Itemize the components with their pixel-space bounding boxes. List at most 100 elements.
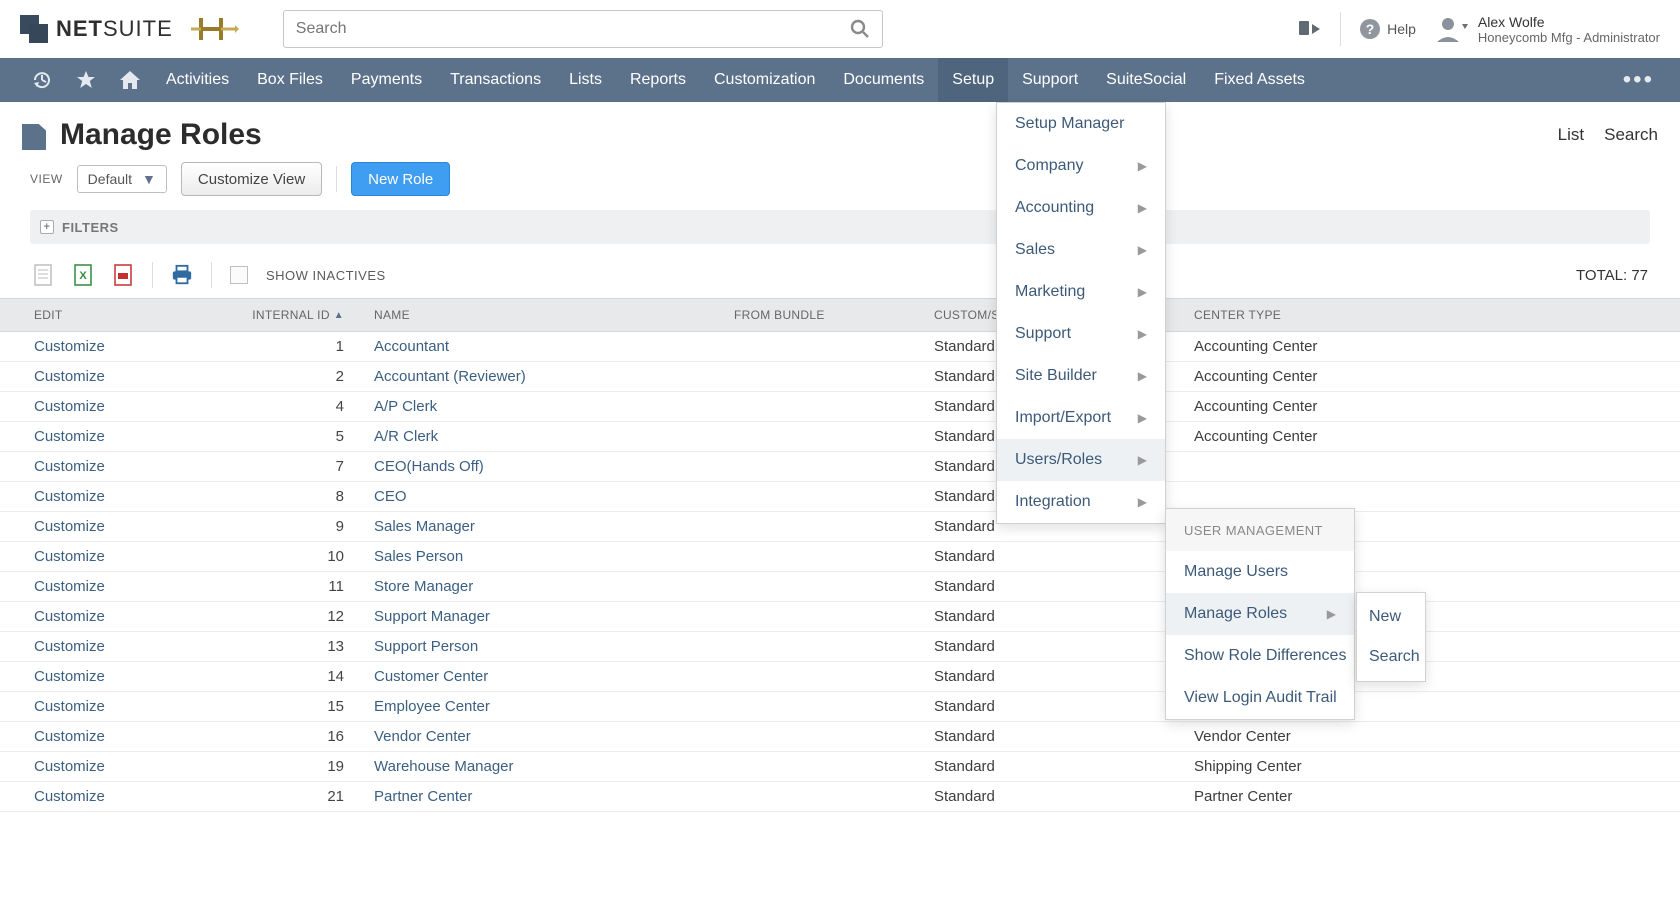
setup-menu-marketing[interactable]: Marketing▶ [997,271,1165,313]
cell-id: 7 [224,458,374,475]
customize-link[interactable]: Customize [34,428,224,445]
users-roles-manage-users[interactable]: Manage Users [1166,551,1354,593]
role-name-link[interactable]: Vendor Center [374,728,734,745]
manage-roles-search[interactable]: Search [1357,637,1425,677]
page-right-links: List Search [1558,125,1658,145]
role-name-link[interactable]: Sales Person [374,548,734,565]
print-icon[interactable] [171,262,193,288]
customize-view-button[interactable]: Customize View [181,162,322,196]
nav-suitesocial[interactable]: SuiteSocial [1092,58,1200,102]
user-block[interactable]: Alex Wolfe Honeycomb Mfg - Administrator [1434,14,1660,45]
view-select[interactable]: Default ▼ [77,165,167,193]
setup-menu-sales[interactable]: Sales▶ [997,229,1165,271]
nav-box-files[interactable]: Box Files [243,58,337,102]
list-toolbar: X SHOW INACTIVES TOTAL: 77 [0,244,1680,298]
col-from-bundle[interactable]: FROM BUNDLE [734,308,934,322]
company-logo-icon[interactable] [187,11,243,47]
view-toolbar: VIEW Default ▼ Customize View New Role [0,162,1680,210]
new-role-button[interactable]: New Role [351,162,450,196]
role-name-link[interactable]: Sales Manager [374,518,734,535]
recent-records-icon[interactable] [20,70,64,90]
help-link[interactable]: ? Help [1359,18,1416,40]
users-roles-view-login-audit-trail[interactable]: View Login Audit Trail [1166,677,1354,719]
customize-link[interactable]: Customize [34,788,224,805]
customize-link[interactable]: Customize [34,638,224,655]
setup-menu-site-builder[interactable]: Site Builder▶ [997,355,1165,397]
customize-link[interactable]: Customize [34,458,224,475]
users-roles-show-role-differences[interactable]: Show Role Differences [1166,635,1354,677]
role-name-link[interactable]: CEO(Hands Off) [374,458,734,475]
customize-link[interactable]: Customize [34,608,224,625]
setup-menu-users-roles[interactable]: Users/Roles▶ [997,439,1165,481]
customize-link[interactable]: Customize [34,698,224,715]
netsuite-logo[interactable]: NETSUITE [20,15,173,43]
role-name-link[interactable]: Customer Center [374,668,734,685]
role-name-link[interactable]: Accountant (Reviewer) [374,368,734,385]
nav-fixed-assets[interactable]: Fixed Assets [1200,58,1319,102]
setup-menu-integration[interactable]: Integration▶ [997,481,1165,523]
shortcuts-star-icon[interactable] [64,70,108,90]
customize-link[interactable]: Customize [34,758,224,775]
users-roles-manage-roles[interactable]: Manage Roles▶ [1166,593,1354,635]
role-switch-icon[interactable] [1298,18,1322,40]
customize-link[interactable]: Customize [34,338,224,355]
role-name-link[interactable]: Support Person [374,638,734,655]
nav-activities[interactable]: Activities [152,58,243,102]
setup-menu-support[interactable]: Support▶ [997,313,1165,355]
export-excel-icon[interactable]: X [72,262,94,288]
setup-menu-import-export[interactable]: Import/Export▶ [997,397,1165,439]
cell-id: 5 [224,428,374,445]
customize-link[interactable]: Customize [34,548,224,565]
manage-roles-new[interactable]: New [1357,597,1425,637]
expand-filters-icon[interactable]: + [40,220,54,234]
nav-customization[interactable]: Customization [700,58,829,102]
col-internal-id[interactable]: INTERNAL ID ▲ [224,308,374,322]
nav-payments[interactable]: Payments [337,58,436,102]
customize-link[interactable]: Customize [34,728,224,745]
nav-setup[interactable]: Setup [938,58,1008,102]
col-name[interactable]: NAME [374,308,734,322]
setup-menu-accounting[interactable]: Accounting▶ [997,187,1165,229]
col-center-type[interactable]: CENTER TYPE [1194,308,1646,322]
search-icon[interactable] [850,19,870,39]
role-name-link[interactable]: CEO [374,488,734,505]
home-icon[interactable] [108,70,152,90]
role-name-link[interactable]: Accountant [374,338,734,355]
role-name-link[interactable]: Warehouse Manager [374,758,734,775]
search-link[interactable]: Search [1604,125,1658,145]
table-row: Customize12Support ManagerStandardSuppor… [0,602,1680,632]
nav-overflow-icon[interactable]: ••• [1623,66,1660,94]
nav-lists[interactable]: Lists [555,58,616,102]
role-name-link[interactable]: Partner Center [374,788,734,805]
export-pdf-icon[interactable] [112,262,134,288]
role-name-link[interactable]: Store Manager [374,578,734,595]
customize-link[interactable]: Customize [34,518,224,535]
filters-bar[interactable]: + FILTERS [30,210,1650,244]
customize-link[interactable]: Customize [34,488,224,505]
user-role: Honeycomb Mfg - Administrator [1478,30,1660,45]
nav-reports[interactable]: Reports [616,58,700,102]
nav-transactions[interactable]: Transactions [436,58,555,102]
col-edit[interactable]: EDIT [34,308,224,322]
topbar-right: ? Help Alex Wolfe Honeycomb Mfg - Admini… [1298,12,1660,46]
setup-menu-setup-manager[interactable]: Setup Manager [997,103,1165,145]
role-name-link[interactable]: A/R Clerk [374,428,734,445]
global-search[interactable] [283,10,883,48]
list-link[interactable]: List [1558,125,1584,145]
role-name-link[interactable]: Employee Center [374,698,734,715]
customize-link[interactable]: Customize [34,398,224,415]
setup-menu-company[interactable]: Company▶ [997,145,1165,187]
nav-support[interactable]: Support [1008,58,1092,102]
role-name-link[interactable]: A/P Clerk [374,398,734,415]
table-row: Customize1AccountantStandardAccounting C… [0,332,1680,362]
export-csv-icon[interactable] [32,262,54,288]
customize-link[interactable]: Customize [34,668,224,685]
show-inactives-checkbox[interactable] [230,266,248,284]
role-name-link[interactable]: Support Manager [374,608,734,625]
customize-link[interactable]: Customize [34,578,224,595]
logo-block: NETSUITE [20,11,243,47]
chevron-right-icon: ▶ [1138,453,1147,467]
nav-documents[interactable]: Documents [829,58,938,102]
search-input[interactable] [296,20,850,38]
customize-link[interactable]: Customize [34,368,224,385]
